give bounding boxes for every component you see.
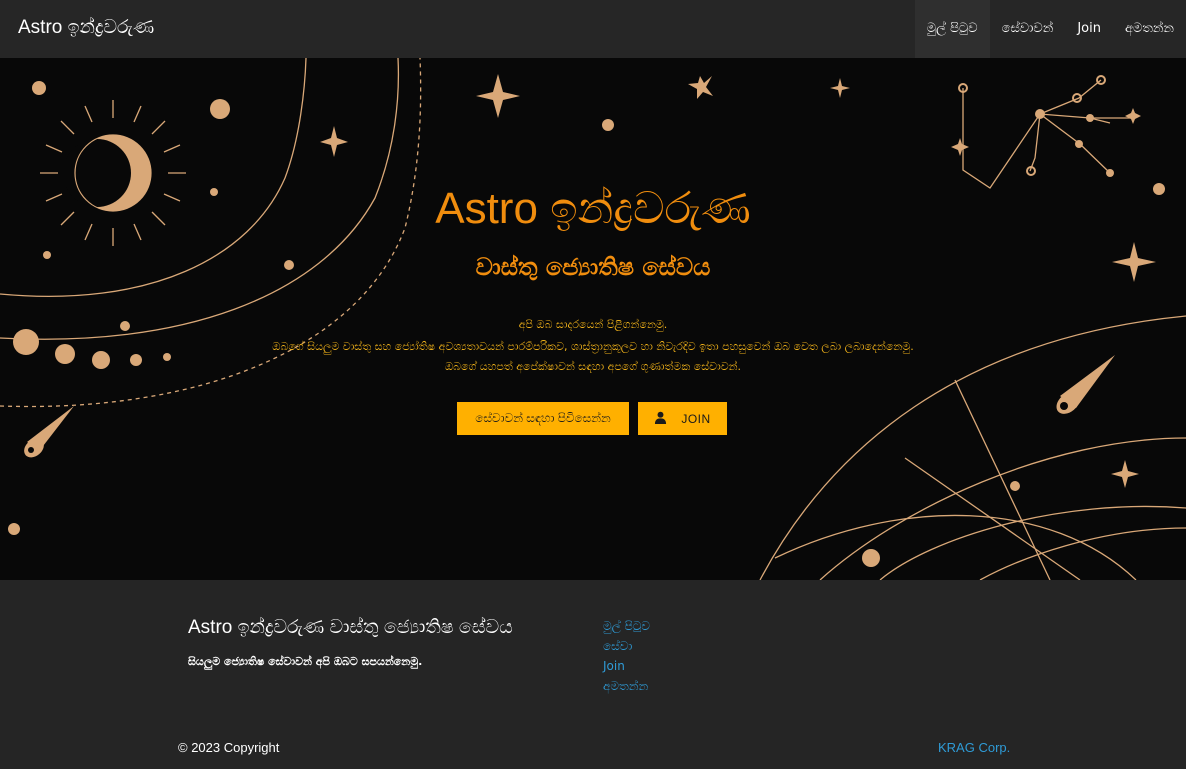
- nav-item-home[interactable]: මුල් පිටුව: [914, 0, 990, 58]
- user-icon: [654, 411, 667, 427]
- hero-welcome-text: අපි ඔබ සාදරයෙන් පිළිගන්නෙමු.: [518, 318, 668, 331]
- footer-description: සියලුම ජ්‍යොතිෂ සේවාවන් අපි ඔබට සපයන්නෙම…: [188, 655, 423, 668]
- footer-links: මුල් පිටුව සේවා Join අමතන්න: [603, 616, 650, 696]
- footer-title: Astro ඉන්ද්‍රවරුණ වාස්තු ජ්‍යොතිෂ සේවය: [188, 617, 513, 638]
- footer: Astro ඉන්ද්‍රවරුණ වාස්තු ජ්‍යොතිෂ සේවය ස…: [0, 580, 1186, 769]
- join-button-label: JOIN: [681, 411, 711, 426]
- nav-item-contact[interactable]: අමතන්න: [1113, 0, 1186, 58]
- footer-link-services[interactable]: සේවා: [603, 636, 650, 656]
- footer-link-join[interactable]: Join: [603, 656, 650, 676]
- hero-tagline-text: ඔබගේ යහපත් අපේක්ෂාවන් සඳහා අපගේ ගුණාත්මක…: [444, 360, 742, 373]
- services-button-label: සේවාවන් සඳහා පිවිසෙන්න: [475, 411, 611, 425]
- join-button[interactable]: JOIN: [638, 402, 727, 435]
- hero-title: Astro ඉන්ද්‍රවරුණ: [435, 184, 751, 233]
- footer-link-home[interactable]: මුල් පිටුව: [603, 616, 650, 636]
- hero-description-text: ඔබගේ සියලුම වාස්තු සහ ජ්‍යෝතිෂ අවශ්‍යතාව…: [272, 340, 914, 353]
- hero-section: Astro ඉන්ද්‍රවරුණ වාස්තු ජ්‍යොතිෂ සේවය අ…: [0, 58, 1186, 580]
- nav-menu: මුල් පිටුව සේවාවන් Join අමතන්න: [914, 0, 1186, 58]
- footer-link-contact[interactable]: අමතන්න: [603, 676, 650, 696]
- services-button[interactable]: සේවාවන් සඳහා පිවිසෙන්න: [457, 402, 629, 435]
- brand-logo[interactable]: Astro ඉන්ද්‍රවරුණ: [18, 17, 154, 39]
- nav-item-services[interactable]: සේවාවන්: [990, 0, 1066, 58]
- copyright-text: © 2023 Copyright: [178, 740, 280, 755]
- navbar: Astro ඉන්ද්‍රවරුණ මුල් පිටුව සේවාවන් Joi…: [0, 0, 1186, 58]
- nav-item-join[interactable]: Join: [1065, 0, 1113, 58]
- hero-subtitle: වාස්තු ජ්‍යොතිෂ සේවය: [475, 253, 711, 281]
- credit-link[interactable]: KRAG Corp.: [938, 740, 1010, 755]
